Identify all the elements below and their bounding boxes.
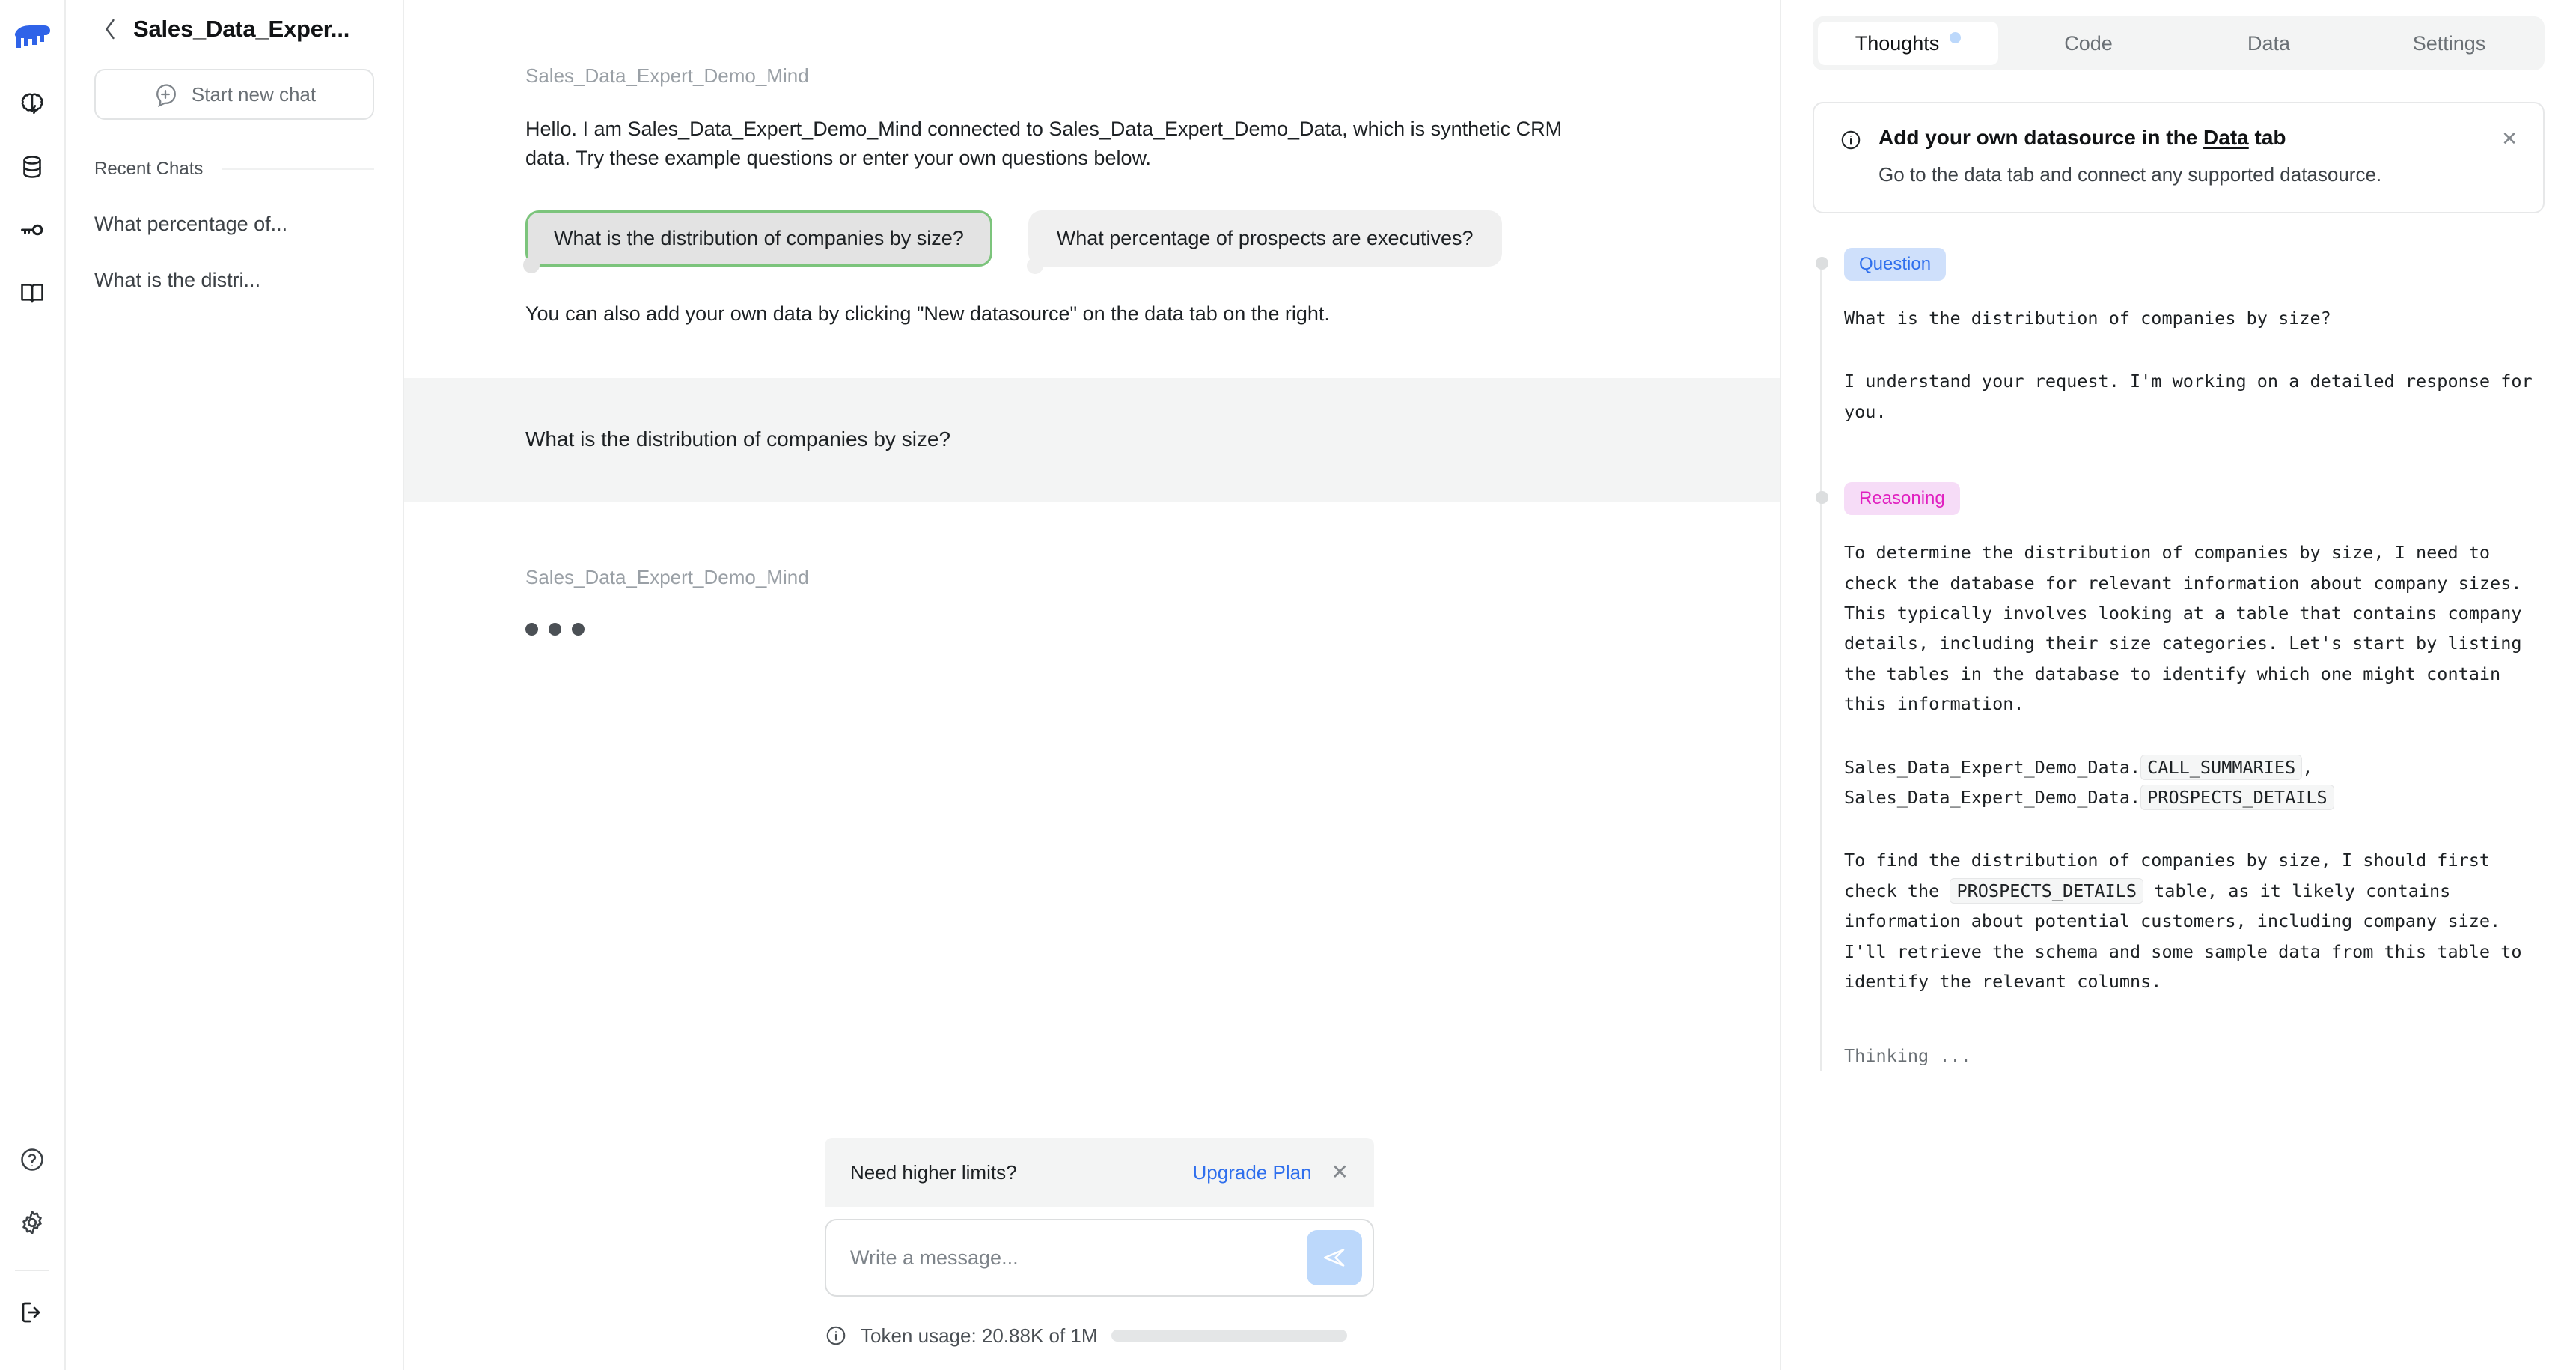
reasoning-closing: To find the distribution of companies by… bbox=[1844, 845, 2545, 996]
upgrade-plan-link[interactable]: Upgrade Plan bbox=[1193, 1161, 1312, 1184]
mindsdb-elephant-logo[interactable] bbox=[9, 15, 55, 61]
app-root: Sales_Data_Exper... Start new chat Recen… bbox=[0, 0, 2576, 1370]
suggestion-chip-distribution[interactable]: What is the distribution of companies by… bbox=[523, 210, 992, 274]
right-panel-tabs: Thoughts Code Data Settings bbox=[1813, 16, 2545, 70]
chat-sidebar: Sales_Data_Exper... Start new chat Recen… bbox=[66, 0, 404, 1370]
status-badge: Reasoning bbox=[1844, 482, 1960, 516]
key-icon[interactable] bbox=[9, 207, 55, 253]
message-input-shell bbox=[825, 1219, 1374, 1297]
page-title: Sales_Data_Exper... bbox=[133, 16, 350, 42]
send-icon[interactable] bbox=[1307, 1230, 1362, 1285]
notice-title-before: Add your own datasource in the bbox=[1878, 126, 2204, 149]
help-icon[interactable] bbox=[9, 1136, 55, 1183]
status-badge: Question bbox=[1844, 248, 1947, 281]
loading-dots-icon bbox=[525, 616, 1658, 642]
assistant-intro-message: Sales_Data_Expert_Demo_Mind Hello. I am … bbox=[404, 0, 1780, 329]
right-panel: Thoughts Code Data Settings Add your own… bbox=[1781, 0, 2576, 1370]
start-new-chat-button[interactable]: Start new chat bbox=[94, 69, 374, 120]
table-list: Sales_Data_Expert_Demo_Data. CALL_SUMMARI… bbox=[1844, 752, 2545, 813]
assistant-footnote: You can also add your own data by clicki… bbox=[525, 302, 1330, 326]
upgrade-banner-text: Need higher limits? bbox=[850, 1160, 1017, 1184]
table-name-code: PROSPECTS_DETAILS bbox=[1950, 877, 2144, 904]
assistant-name: Sales_Data_Expert_Demo_Mind bbox=[525, 566, 809, 589]
gear-icon[interactable] bbox=[9, 1199, 55, 1246]
database-icon[interactable] bbox=[9, 144, 55, 190]
datasource-notice: Add your own datasource in the Data tab … bbox=[1813, 102, 2545, 213]
message-thread: Sales_Data_Expert_Demo_Mind Hello. I am … bbox=[404, 0, 1780, 1138]
datasource-notice-body: Add your own datasource in the Data tab … bbox=[1878, 126, 2485, 186]
recent-chats-header: Recent Chats bbox=[94, 159, 374, 180]
composer: Need higher limits? Upgrade Plan ✕ bbox=[404, 1138, 1780, 1297]
tab-code-label: Code bbox=[2064, 31, 2113, 55]
chat-plus-icon bbox=[153, 82, 178, 107]
user-message: What is the distribution of companies by… bbox=[404, 378, 1780, 502]
icon-rail bbox=[0, 0, 66, 1370]
datasource-notice-title: Add your own datasource in the Data tab bbox=[1878, 126, 2485, 150]
tab-data[interactable]: Data bbox=[2179, 22, 2359, 65]
chat-main: Sales_Data_Expert_Demo_Mind Hello. I am … bbox=[404, 0, 1781, 1370]
info-icon bbox=[825, 1324, 847, 1347]
notice-title-after: tab bbox=[2248, 126, 2286, 149]
suggestion-chip-executives[interactable]: What percentage of prospects are executi… bbox=[1026, 210, 1502, 275]
brain-icon[interactable] bbox=[9, 81, 55, 127]
sidebar-header: Sales_Data_Exper... bbox=[94, 0, 374, 58]
suggestion-chip-label: What percentage of prospects are executi… bbox=[1056, 227, 1474, 250]
close-icon[interactable]: ✕ bbox=[1331, 1162, 1349, 1183]
question-text: What is the distribution of companies by… bbox=[1844, 308, 2331, 329]
recent-chats-divider bbox=[222, 168, 374, 170]
thinking-status: Thinking ... bbox=[1844, 1044, 1971, 1066]
rail-divider bbox=[15, 1270, 49, 1271]
timeline-node-reasoning: Reasoning To determine the distribution … bbox=[1816, 482, 2545, 1071]
chevron-left-icon[interactable] bbox=[100, 19, 120, 40]
upgrade-banner-actions: Upgrade Plan ✕ bbox=[1193, 1161, 1349, 1184]
assistant-pending-message: Sales_Data_Expert_Demo_Mind bbox=[404, 502, 1780, 642]
thoughts-timeline: Question What is the distribution of com… bbox=[1813, 248, 2545, 1071]
tab-thoughts-label: Thoughts bbox=[1855, 31, 1940, 55]
assistant-name: Sales_Data_Expert_Demo_Mind bbox=[525, 64, 809, 87]
user-message-text: What is the distribution of companies by… bbox=[525, 427, 951, 451]
notice-title-link[interactable]: Data bbox=[2203, 126, 2249, 149]
tab-code[interactable]: Code bbox=[1998, 22, 2179, 65]
table-name-code: PROSPECTS_DETAILS bbox=[2140, 785, 2334, 811]
token-usage-row: Token usage: 20.88K of 1M bbox=[404, 1301, 1780, 1370]
sidebar-chat-item[interactable]: What is the distri... bbox=[94, 269, 374, 292]
table-name-code: CALL_SUMMARIES bbox=[2140, 754, 2303, 780]
table-line-suffix: , bbox=[2302, 756, 2313, 778]
suggestion-chip-label: What is the distribution of companies by… bbox=[554, 227, 964, 250]
table-line-prefix: Sales_Data_Expert_Demo_Data. bbox=[1844, 756, 2141, 778]
rail-bottom-group bbox=[9, 1136, 55, 1370]
tab-data-label: Data bbox=[2247, 31, 2291, 55]
start-new-chat-label: Start new chat bbox=[191, 82, 317, 106]
logout-icon[interactable] bbox=[9, 1289, 55, 1336]
token-usage-progressbar bbox=[1111, 1330, 1347, 1342]
token-usage-label: Token usage: 20.88K of 1M bbox=[861, 1324, 1098, 1347]
book-icon[interactable] bbox=[9, 270, 55, 316]
tab-settings-label: Settings bbox=[2412, 31, 2486, 55]
message-input[interactable] bbox=[850, 1246, 1307, 1270]
recent-chats-label: Recent Chats bbox=[94, 159, 204, 179]
tab-thoughts[interactable]: Thoughts bbox=[1818, 22, 1998, 65]
close-icon[interactable]: ✕ bbox=[2501, 129, 2518, 186]
suggestion-chips: What is the distribution of companies by… bbox=[523, 210, 1658, 275]
info-icon bbox=[1840, 126, 1862, 186]
reasoning-paragraph: To determine the distribution of compani… bbox=[1844, 542, 2522, 715]
upgrade-banner: Need higher limits? Upgrade Plan ✕ bbox=[825, 1138, 1374, 1207]
tab-settings[interactable]: Settings bbox=[2359, 22, 2539, 65]
sidebar-chat-item[interactable]: What percentage of... bbox=[94, 213, 374, 236]
tab-badge-dot-icon bbox=[1950, 31, 1962, 43]
assistant-greeting: Hello. I am Sales_Data_Expert_Demo_Mind … bbox=[525, 118, 1563, 170]
question-ack-text: I understand your request. I'm working o… bbox=[1844, 371, 2533, 422]
datasource-notice-subtitle: Go to the data tab and connect any suppo… bbox=[1878, 163, 2382, 186]
timeline-node-question: Question What is the distribution of com… bbox=[1816, 248, 2545, 427]
table-line-prefix: Sales_Data_Expert_Demo_Data. bbox=[1844, 787, 2141, 809]
